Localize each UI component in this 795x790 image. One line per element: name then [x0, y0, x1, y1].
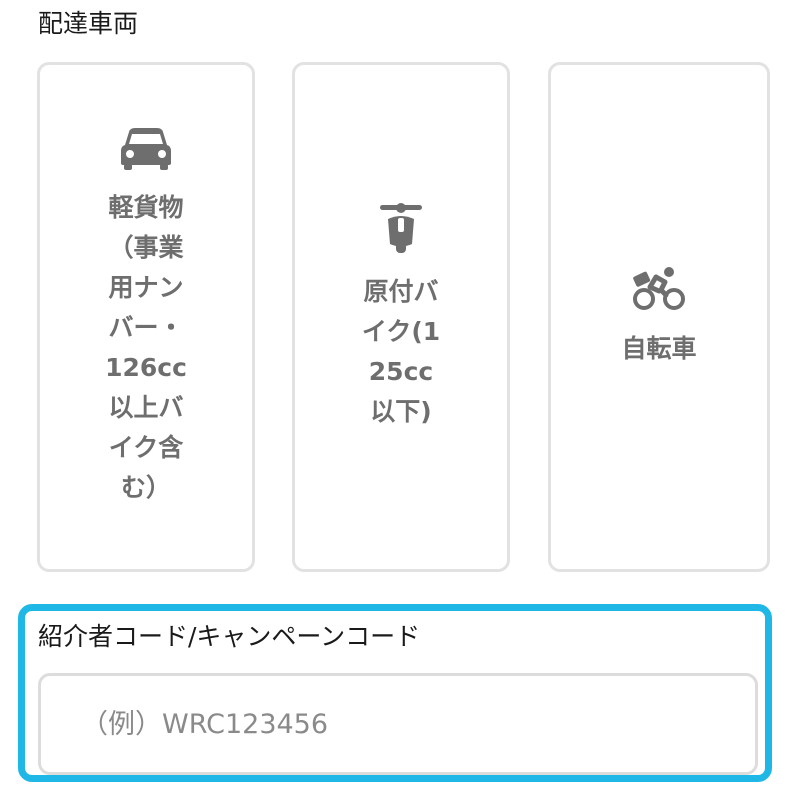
vehicle-option-bicycle[interactable]: 自転車 — [548, 62, 770, 572]
referral-code-section: 紹介者コード/キャンペーンコード — [18, 604, 772, 782]
referral-code-label: 紹介者コード/キャンペーンコード — [38, 622, 421, 651]
vehicle-option-label: 軽貨物（事業用ナンバー・126cc以上バイク含む） — [105, 193, 187, 502]
car-icon — [120, 126, 172, 174]
vehicle-option-label: 自転車 — [621, 334, 697, 363]
bicycle-icon — [632, 265, 686, 315]
vehicle-option-label: 原付バイク(125cc以下) — [361, 277, 441, 426]
vehicle-option-light-cargo[interactable]: 軽貨物（事業用ナンバー・126cc以上バイク含む） — [37, 62, 255, 572]
vehicle-option-moped[interactable]: 原付バイク(125cc以下) — [292, 62, 510, 572]
delivery-vehicle-label: 配達車両 — [38, 9, 139, 38]
referral-code-input[interactable] — [38, 673, 758, 775]
scooter-icon — [378, 202, 424, 258]
